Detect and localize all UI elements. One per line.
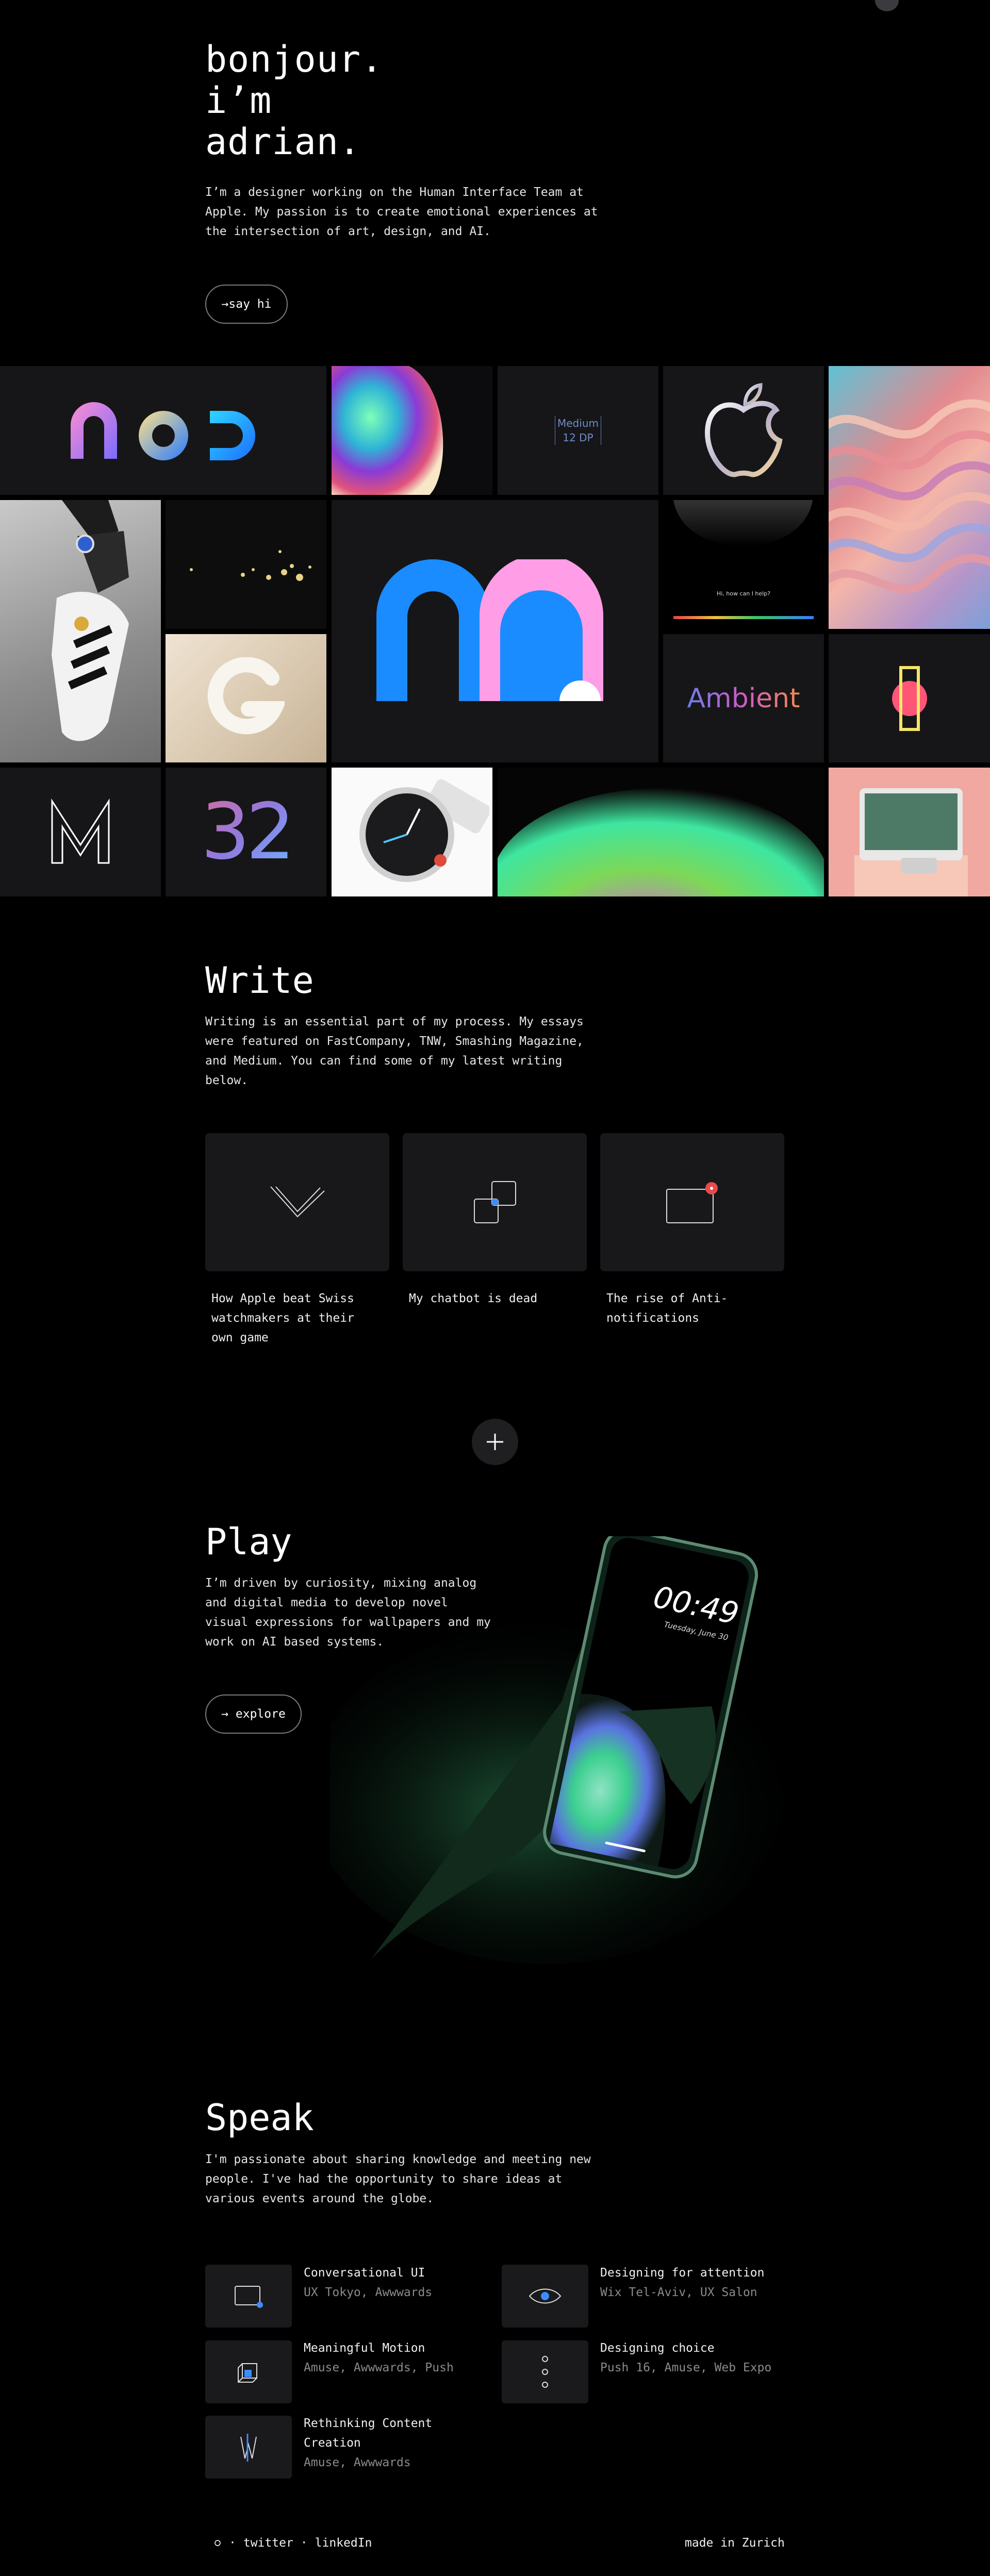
article-title-3[interactable]: The rise of Anti-notifications	[606, 1289, 751, 1328]
notification-badge-icon	[666, 1182, 718, 1223]
more-articles-button[interactable]	[472, 1419, 518, 1465]
talk-events-5: Amuse, Awwwards	[304, 2456, 411, 2469]
iridescent-sphere-tile[interactable]	[332, 366, 492, 495]
hero-title-line-1: bonjour.	[205, 38, 384, 80]
hero-title-line-2: i’m	[205, 79, 272, 122]
avatar-dot	[875, 0, 899, 11]
m-outline-icon	[51, 799, 110, 864]
smart-display-tile[interactable]	[829, 768, 990, 896]
article-card-2[interactable]	[403, 1133, 587, 1271]
sand-g-tile[interactable]	[166, 634, 326, 762]
talk-icon-box-5[interactable]	[205, 2416, 292, 2479]
medium-label-line-2: 12 DP	[563, 431, 593, 444]
article-card-3[interactable]	[600, 1133, 784, 1271]
m-outline-tile[interactable]	[0, 768, 161, 896]
frame-ring-icon	[892, 666, 927, 731]
watch-tile[interactable]	[332, 768, 492, 896]
smart-display-icon	[854, 788, 968, 896]
write-description: Writing is an essential part of my proce…	[205, 1015, 584, 1087]
number-32-tile[interactable]: 32	[166, 768, 326, 896]
talk-title-3[interactable]: Meaningful Motion	[304, 2338, 474, 2358]
medium-elevation-label: Medium 12 DP	[555, 416, 601, 445]
article-card-1[interactable]	[205, 1133, 389, 1271]
say-hi-button[interactable]: →say hi	[205, 285, 288, 324]
particles-artwork-icon	[190, 550, 311, 581]
watch-icon	[359, 779, 489, 882]
talk-title-5[interactable]: Rethinking Content Creation	[304, 2414, 464, 2453]
article-title-1[interactable]: How Apple beat Swiss watchmakers at thei…	[211, 1289, 366, 1348]
made-in-zurich: made in Zurich	[685, 2536, 785, 2550]
talk-icon-box-4[interactable]	[502, 2340, 588, 2403]
twitter-link[interactable]: twitter	[243, 2536, 293, 2550]
write-title: Write	[205, 959, 314, 1002]
assistant-screen-icon	[673, 500, 814, 619]
assistant-prompt: Hi, how can I help?	[716, 590, 771, 597]
sneaker-photo-icon	[52, 500, 129, 741]
three-dots-icon	[542, 2356, 548, 2388]
talk-title-2[interactable]: Designing for attention	[600, 2263, 770, 2283]
cube-icon	[238, 2363, 257, 2383]
apple-logo-icon	[704, 383, 783, 477]
footer-links: · twitter · linkedIn	[213, 2536, 372, 2550]
medium-label-line-1: Medium	[557, 417, 599, 429]
nod-logo-tile[interactable]	[0, 366, 326, 495]
chat-window-icon	[235, 2286, 263, 2308]
footer-separator-1: ·	[229, 2536, 236, 2550]
play-title: Play	[205, 1521, 292, 1563]
hero-description: I’m a designer working on the Human Inte…	[205, 186, 598, 238]
article-title-2[interactable]: My chatbot is dead	[409, 1289, 564, 1308]
waves-artwork-icon	[829, 399, 990, 593]
m-brand-logo-tile[interactable]	[332, 500, 658, 762]
talk-icon-box-3[interactable]	[205, 2340, 292, 2403]
talk-title-4[interactable]: Designing choice	[600, 2338, 770, 2358]
blob-artwork-icon	[498, 788, 824, 896]
particles-tile[interactable]	[166, 500, 326, 629]
glass-apple-logo-tile[interactable]	[663, 366, 824, 495]
sneaker-photo-tile[interactable]	[0, 500, 161, 762]
talk-events-3: Amuse, Awwwards, Push	[304, 2361, 454, 2374]
w-letter-icon	[240, 2434, 257, 2462]
phone-in-hand-image: 00:49 Tuesday, June 30	[309, 1528, 794, 1990]
ambient-label: Ambient	[687, 683, 800, 714]
eye-icon	[529, 2288, 562, 2304]
talk-icon-box-1[interactable]	[205, 2265, 292, 2328]
medium-elevation-tile[interactable]: Medium 12 DP	[498, 366, 658, 495]
overlapping-squares-icon	[473, 1181, 516, 1223]
yellow-frame-tile[interactable]	[829, 634, 990, 762]
m-brand-logo-icon	[376, 559, 603, 701]
hero-title-line-3: adrian.	[205, 121, 361, 163]
sculpted-waves-tile[interactable]	[829, 366, 990, 629]
speak-description: I'm passionate about sharing knowledge a…	[205, 2153, 591, 2205]
talk-title-1[interactable]: Conversational UI	[304, 2263, 474, 2283]
footer-separator-2: ·	[300, 2536, 308, 2550]
talk-events-1: UX Tokyo, Awwwards	[304, 2286, 433, 2299]
talk-events-4: Push 16, Amuse, Web Expo	[600, 2361, 772, 2374]
g-letter-icon	[207, 657, 285, 734]
fluid-blob-tile[interactable]	[498, 768, 824, 896]
ambient-tile[interactable]: Ambient	[663, 634, 824, 762]
home-icon[interactable]	[213, 2539, 222, 2547]
checkmark-icon	[270, 1186, 325, 1218]
assistant-ui-tile[interactable]: Hi, how can I help?	[663, 500, 824, 629]
talk-icon-box-2[interactable]	[502, 2265, 588, 2328]
talk-events-2: Wix Tel-Aviv, UX Salon	[600, 2286, 757, 2299]
linkedin-link[interactable]: linkedIn	[315, 2536, 372, 2550]
plus-icon	[487, 1434, 503, 1450]
sphere-artwork-icon	[332, 366, 443, 495]
hero-title: bonjour. i’m adrian.	[205, 39, 383, 162]
speak-title: Speak	[205, 2097, 314, 2139]
nod-logo-icon	[70, 402, 255, 460]
explore-button[interactable]: → explore	[205, 1694, 302, 1734]
number-32-label: 32	[201, 787, 295, 877]
